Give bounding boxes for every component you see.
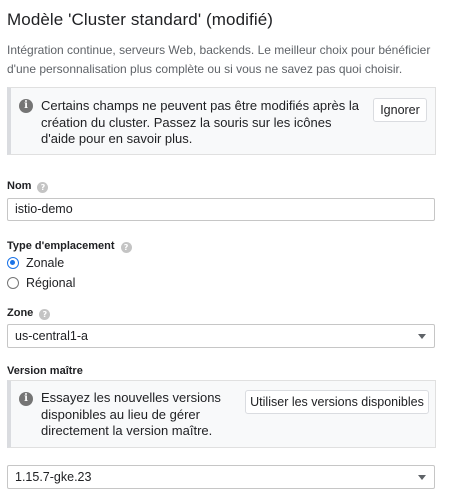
help-icon[interactable]: ? bbox=[120, 242, 132, 253]
chevron-down-icon bbox=[418, 334, 426, 339]
master-version-notice: i Essayez les nouvelles versions disponi… bbox=[7, 380, 436, 448]
help-icon[interactable]: ? bbox=[39, 309, 51, 320]
name-label: Nom? bbox=[7, 180, 49, 193]
help-icon[interactable]: ? bbox=[37, 182, 49, 193]
edit-restriction-notice: i Certains champs ne peuvent pas être mo… bbox=[7, 87, 436, 155]
master-version-select[interactable]: 1.15.7-gke.23 bbox=[7, 465, 435, 489]
chevron-down-icon bbox=[418, 475, 426, 480]
info-icon: i bbox=[19, 392, 33, 406]
zone-label-text: Zone bbox=[7, 307, 34, 319]
cluster-name-input[interactable]: istio-demo bbox=[7, 198, 435, 221]
ignore-button[interactable]: Ignorer bbox=[373, 98, 427, 122]
zone-select[interactable]: us-central1-a bbox=[7, 324, 435, 348]
location-type-label: Type d'emplacement? bbox=[7, 240, 132, 253]
use-available-versions-button[interactable]: Utiliser les versions disponibles bbox=[245, 390, 429, 414]
radio-zonal[interactable]: Zonale bbox=[7, 255, 64, 271]
radio-regional-label: Régional bbox=[26, 276, 76, 290]
radio-zonal-label: Zonale bbox=[26, 256, 65, 270]
template-description: Intégration continue, serveurs Web, back… bbox=[7, 43, 431, 76]
location-type-label-text: Type d'emplacement bbox=[7, 240, 115, 252]
radio-regional[interactable]: Régional bbox=[7, 275, 75, 291]
radio-zonal-indicator[interactable] bbox=[7, 257, 19, 269]
notice-text: Certains champs ne peuvent pas être modi… bbox=[41, 98, 359, 146]
zone-label: Zone? bbox=[7, 307, 51, 320]
name-label-text: Nom bbox=[7, 180, 32, 192]
info-icon: i bbox=[19, 99, 33, 113]
master-version-select-value: 1.15.7-gke.23 bbox=[15, 470, 92, 484]
zone-select-value: us-central1-a bbox=[15, 329, 88, 343]
page-title: Modèle 'Cluster standard' (modifié) bbox=[7, 10, 274, 29]
master-version-notice-text: Essayez les nouvelles versions disponibl… bbox=[41, 390, 221, 438]
radio-regional-indicator[interactable] bbox=[7, 277, 19, 289]
master-version-label: Version maître bbox=[7, 365, 83, 377]
